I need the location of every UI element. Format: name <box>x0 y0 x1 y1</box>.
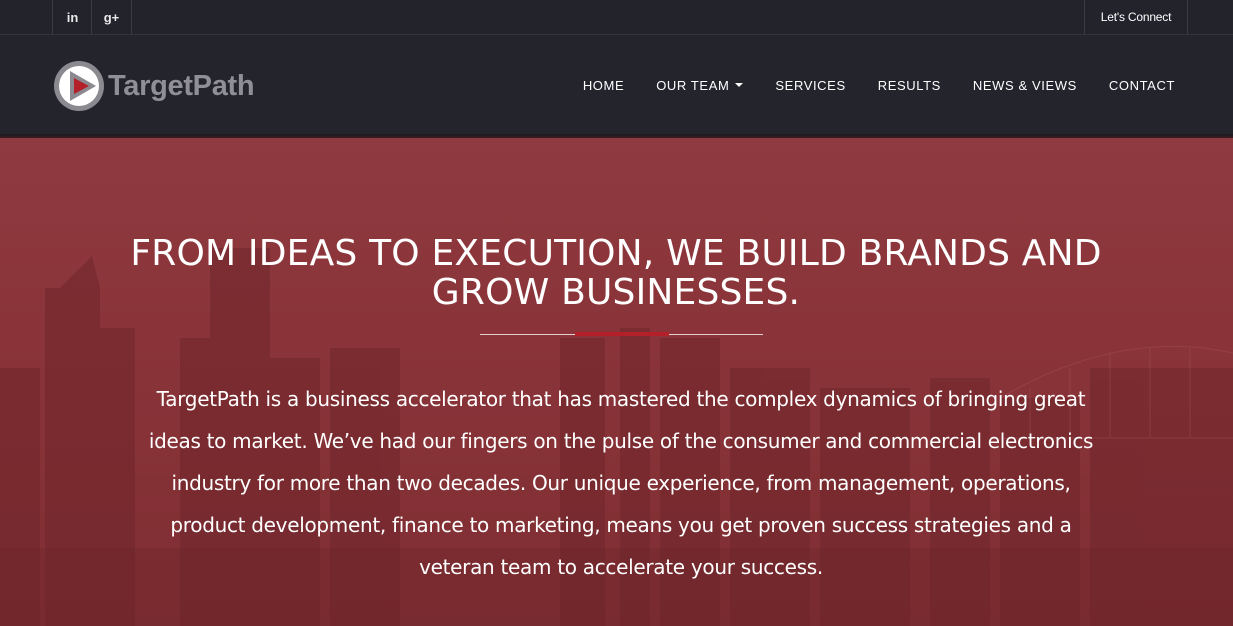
primary-navigation: HOME OUR TEAM SERVICES RESULTS NEWS & VI… <box>551 35 1175 135</box>
nav-contact[interactable]: CONTACT <box>1109 78 1175 93</box>
nav-services[interactable]: SERVICES <box>775 78 845 93</box>
play-triangle-logo-icon <box>54 61 104 111</box>
brand-name: TargetPath <box>108 69 255 102</box>
nav-news-views[interactable]: NEWS & VIEWS <box>973 78 1077 93</box>
hero-headline-line2: GROW BUSINESSES. <box>431 272 801 313</box>
hero-section: FROM IDEAS TO EXECUTION, WE BUILD BRANDS… <box>0 138 1233 626</box>
nav-our-team[interactable]: OUR TEAM <box>656 77 744 93</box>
chevron-down-icon <box>735 83 744 87</box>
nav-news-views-label: NEWS & VIEWS <box>972 77 1077 93</box>
brand-logo[interactable]: TargetPath <box>52 59 255 113</box>
nav-services-label: SERVICES <box>775 77 846 93</box>
nav-results[interactable]: RESULTS <box>878 78 941 93</box>
nav-results-label: RESULTS <box>877 77 941 93</box>
hero-headline-line1: FROM IDEAS TO EXECUTION, WE BUILD BRANDS… <box>130 233 1102 274</box>
main-navbar: TargetPath HOME OUR TEAM SERVICES RESULT… <box>0 35 1233 135</box>
top-bar: in g+ Let's Connect <box>0 0 1233 35</box>
hero-intro-text: TargetPath is a business accelerator tha… <box>148 387 1094 579</box>
nav-our-team-label: OUR TEAM <box>656 77 730 93</box>
nav-home[interactable]: HOME <box>583 78 624 93</box>
headline-divider-accent <box>575 332 669 336</box>
nav-home-label: HOME <box>582 77 625 93</box>
google-plus-icon[interactable]: g+ <box>91 0 132 34</box>
hero-headline: FROM IDEAS TO EXECUTION, WE BUILD BRANDS… <box>116 234 1116 312</box>
linkedin-icon[interactable]: in <box>52 0 92 34</box>
nav-contact-label: CONTACT <box>1108 77 1175 93</box>
lets-connect-button[interactable]: Let's Connect <box>1084 0 1188 34</box>
